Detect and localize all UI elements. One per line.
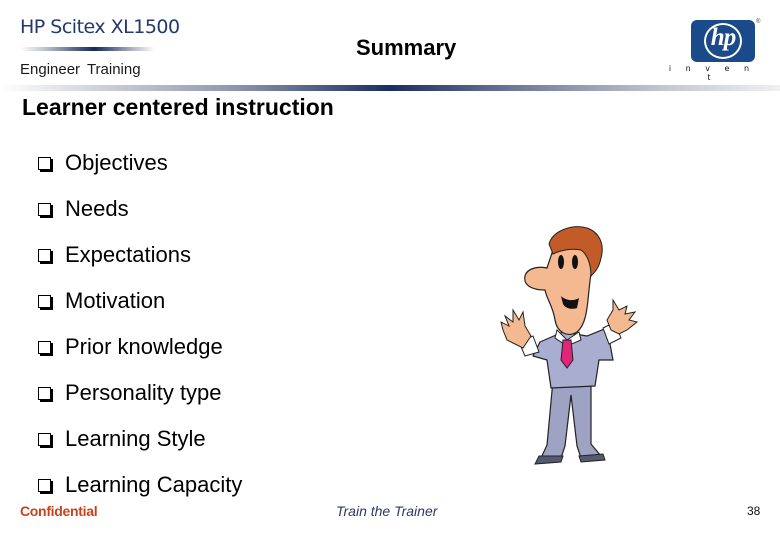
checkbox-square-icon xyxy=(38,386,51,400)
bullet-item: Prior knowledge xyxy=(38,324,242,370)
checkbox-square-icon xyxy=(38,432,51,446)
checkbox-square-icon xyxy=(38,294,51,308)
bullet-item: Objectives xyxy=(38,140,242,186)
bullet-label: Prior knowledge xyxy=(65,334,223,359)
bullet-item: Learning Capacity xyxy=(38,462,242,508)
bullet-item: Learning Style xyxy=(38,416,242,462)
hp-logo: hp xyxy=(691,20,755,64)
hp-logo-text: hp xyxy=(710,24,736,51)
bullet-label: Learning Capacity xyxy=(65,472,243,497)
trademark-mark: ® xyxy=(756,19,761,25)
bullet-item: Needs xyxy=(38,186,242,232)
bullet-label: Motivation xyxy=(65,288,166,313)
man-legs xyxy=(540,379,603,459)
product-name: HP Scitex XL1500 xyxy=(20,16,180,38)
product-divider xyxy=(20,47,155,51)
bullet-label: Learning Style xyxy=(65,426,206,451)
subtitle: Engineer Training xyxy=(20,61,141,78)
bullet-label: Objectives xyxy=(65,150,168,175)
logo-tagline: i n v e n t xyxy=(668,64,756,82)
header-divider xyxy=(0,85,780,91)
bullet-item: Motivation xyxy=(38,278,242,324)
cartoon-man-illustration xyxy=(500,226,639,465)
checkbox-square-icon xyxy=(38,478,51,492)
checkbox-square-icon xyxy=(38,340,51,354)
checkbox-square-icon xyxy=(38,202,51,216)
bullet-list: Objectives Needs Expectations Motivation… xyxy=(38,140,242,508)
slide-title: Summary xyxy=(356,35,457,60)
man-shoes xyxy=(534,453,606,465)
course-title: Train the Trainer xyxy=(336,503,438,519)
confidential-label: Confidential xyxy=(20,503,98,519)
section-heading: Learner centered instruction xyxy=(22,94,334,120)
man-left-eye xyxy=(558,255,564,269)
bullet-label: Needs xyxy=(65,196,129,221)
man-left-hand xyxy=(500,308,532,349)
checkbox-square-icon xyxy=(38,248,51,262)
man-right-eye xyxy=(572,255,578,269)
bullet-label: Personality type xyxy=(65,380,222,405)
man-right-hand xyxy=(606,298,639,335)
page-number: 38 xyxy=(747,504,761,518)
bullet-item: Personality type xyxy=(38,370,242,416)
bullet-item: Expectations xyxy=(38,232,242,278)
bullet-label: Expectations xyxy=(65,242,191,267)
checkbox-square-icon xyxy=(38,156,51,170)
